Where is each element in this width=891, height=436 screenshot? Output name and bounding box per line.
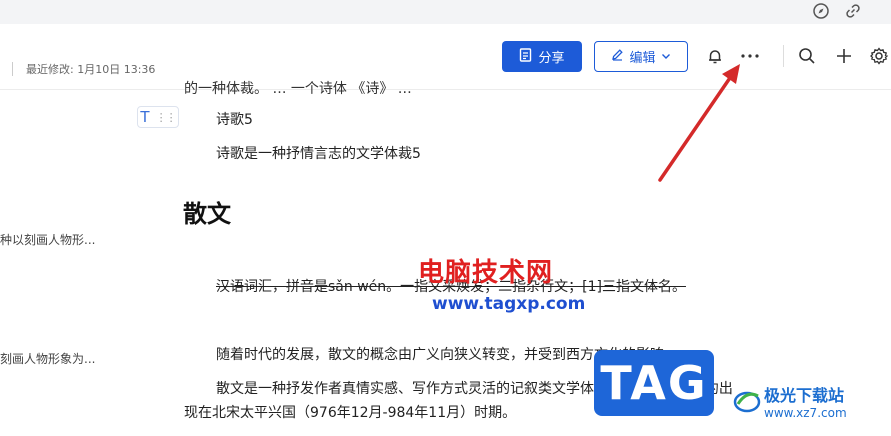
last-modified-text: 最近修改: 1月10日 13:36	[26, 63, 156, 76]
share-button-label: 分享	[538, 51, 565, 66]
plus-icon[interactable]	[834, 46, 854, 66]
toolbar-divider	[783, 45, 784, 67]
toolbar-divider	[12, 62, 13, 76]
drag-handle-icon[interactable]: ⋮⋮	[156, 111, 177, 124]
pencil-icon	[611, 48, 624, 65]
search-icon[interactable]	[797, 46, 817, 66]
document-icon	[519, 47, 532, 66]
link-icon[interactable]	[844, 2, 862, 20]
watermark-site-name: 电脑技术网	[418, 258, 554, 288]
paragraph: 现在北宋太平兴国（976年12月-984年11月）时期。	[184, 405, 517, 421]
section-heading: 散文	[183, 200, 231, 228]
annotation-arrow	[658, 64, 740, 182]
logo-site-name: 极光下载站	[764, 386, 845, 405]
window-top-strip	[0, 0, 891, 24]
watermark-site-url: www.tagxp.com	[432, 294, 586, 314]
tag-logo: TAG	[594, 350, 714, 416]
text-type-icon: T	[140, 108, 150, 126]
share-button[interactable]: 分享	[502, 41, 582, 72]
aurora-logo-icon	[733, 391, 761, 413]
compass-icon[interactable]	[812, 2, 830, 20]
partial-text-line: 的一种体裁。 … 一个诗体 《诗》 …	[184, 81, 412, 97]
poem-description: 诗歌是一种抒情言志的文学体裁5	[216, 146, 421, 162]
site-watermark: 电脑技术网 www.tagxp.com	[418, 252, 588, 322]
logo-site-url: www.xz7.com	[764, 406, 847, 420]
block-handle[interactable]: T ⋮⋮	[137, 106, 179, 128]
document-toolbar: 最近修改: 1月10日 13:36 分享 编辑	[0, 24, 891, 90]
gear-icon[interactable]	[869, 46, 889, 66]
poem-title: 诗歌5	[216, 112, 253, 128]
download-site-logo: 极光下载站 www.xz7.com	[730, 380, 890, 430]
